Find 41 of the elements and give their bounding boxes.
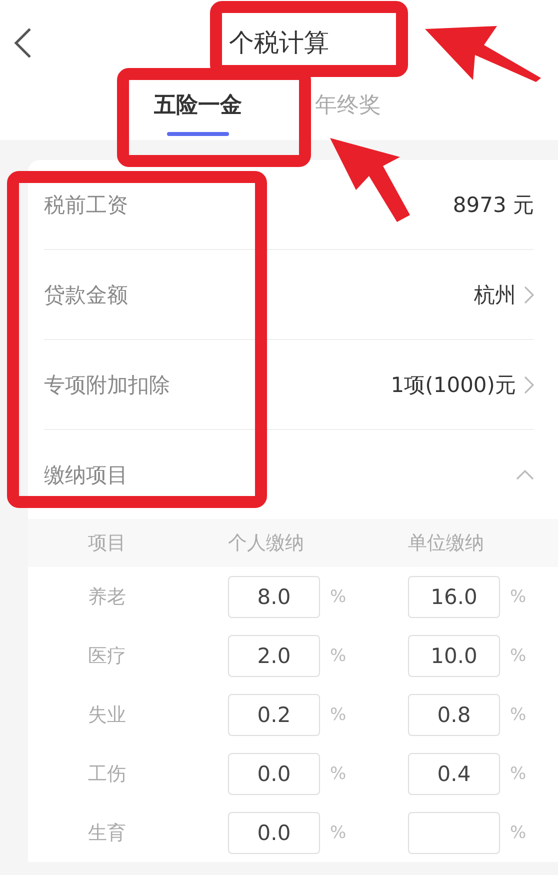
percent-unit: % — [330, 646, 346, 666]
rate-input[interactable]: 2.0 — [228, 634, 320, 676]
rate-input[interactable] — [408, 812, 500, 854]
page-title: 个税计算 — [229, 26, 329, 58]
rate-input[interactable]: 16.0 — [408, 576, 500, 618]
tab[interactable]: 五险一金 — [150, 84, 246, 140]
chevron-up-icon — [516, 470, 534, 480]
field-label: 专项附加扣除 — [44, 372, 170, 398]
column-header: 单位缴纳 — [408, 531, 484, 556]
item-label: 生育 — [88, 820, 127, 846]
field-label: 贷款金额 — [44, 282, 128, 308]
percent-unit: % — [510, 646, 526, 666]
back-icon[interactable] — [12, 26, 34, 60]
field-label: 税前工资 — [44, 192, 128, 218]
percent-unit: % — [330, 764, 346, 784]
column-header: 项目 — [88, 531, 126, 556]
item-label: 养老 — [88, 584, 127, 610]
rate-input[interactable]: 0.8 — [408, 694, 500, 736]
rate-input[interactable]: 10.0 — [408, 634, 500, 676]
percent-unit: % — [330, 822, 346, 842]
rate-input[interactable]: 0.4 — [408, 752, 500, 794]
chevron-right-icon — [524, 376, 534, 394]
column-header: 个人缴纳 — [228, 531, 304, 556]
percent-unit: % — [510, 822, 526, 842]
percent-unit: % — [510, 586, 526, 606]
rate-input[interactable]: 0.0 — [228, 752, 320, 794]
chevron-right-icon — [524, 286, 534, 304]
section-label: 缴纳项目 — [44, 462, 128, 488]
percent-unit: % — [330, 704, 346, 724]
field-selector[interactable]: 1项(1000)元 — [390, 370, 534, 398]
rate-input[interactable]: 8.0 — [228, 576, 320, 618]
field-selector[interactable]: 杭州 — [474, 280, 534, 308]
field-value: 8973 元 — [452, 192, 534, 218]
rate-input[interactable]: 0.2 — [228, 694, 320, 736]
percent-unit: % — [510, 764, 526, 784]
item-label: 失业 — [88, 702, 127, 728]
percent-unit: % — [330, 586, 346, 606]
item-label: 工伤 — [88, 762, 127, 786]
percent-unit: % — [510, 704, 526, 724]
rate-input[interactable]: 0.0 — [228, 812, 320, 854]
item-label: 医疗 — [88, 644, 127, 668]
